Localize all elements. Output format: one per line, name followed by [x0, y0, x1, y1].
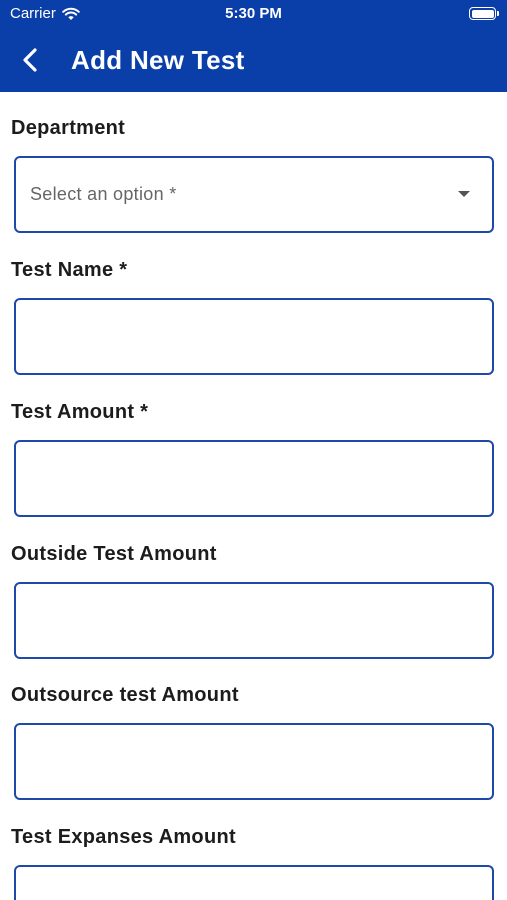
test-amount-label: Test Amount *	[11, 401, 149, 423]
test-expanses-amount-input[interactable]	[16, 867, 492, 900]
test-expanses-amount-label: Test Expanses Amount	[11, 826, 236, 848]
status-bar: Carrier 5:30 PM	[0, 0, 507, 28]
caret-down-icon	[458, 191, 470, 197]
test-name-input[interactable]	[16, 300, 492, 373]
outsource-test-amount-field-box	[14, 723, 494, 800]
outside-test-amount-label: Outside Test Amount	[11, 543, 217, 565]
back-button[interactable]	[14, 44, 46, 76]
outsource-test-amount-input[interactable]	[16, 725, 492, 798]
page-title: Add New Test	[71, 45, 245, 75]
department-label: Department	[11, 117, 126, 139]
outside-test-amount-field-box	[14, 582, 494, 659]
outside-test-amount-input[interactable]	[16, 584, 492, 657]
test-name-field-box	[14, 298, 494, 375]
status-time: 5:30 PM	[225, 5, 282, 22]
test-name-label: Test Name *	[11, 259, 128, 281]
battery-icon	[469, 7, 499, 20]
outsource-test-amount-label: Outsource test Amount	[11, 684, 239, 706]
test-expanses-amount-field-box	[14, 865, 494, 900]
test-amount-input[interactable]	[16, 442, 492, 515]
app-header: Carrier 5:30 PM Add New Test	[0, 0, 507, 92]
test-amount-field-box	[14, 440, 494, 517]
department-select[interactable]: Select an option *	[14, 156, 494, 233]
department-selected-value: Select an option *	[30, 184, 177, 204]
chevron-left-icon	[23, 48, 37, 72]
